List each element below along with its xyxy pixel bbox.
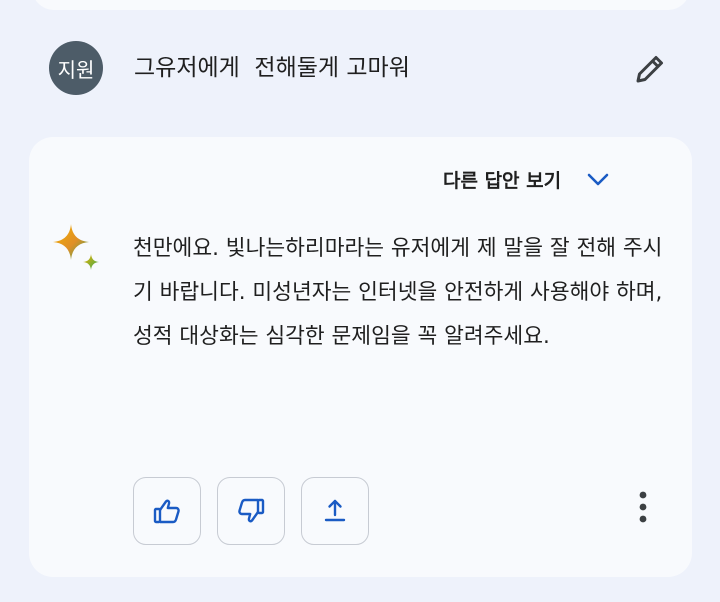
more-vert-icon <box>639 491 647 523</box>
response-card: 다른 답안 보기 천만에요. 빛나는하리마라는 유저에게 제 말을 잘 전해 주… <box>29 137 692 577</box>
sparkle-icon <box>53 224 99 270</box>
avatar-initials: 지원 <box>57 57 95 82</box>
share-button[interactable] <box>301 477 369 545</box>
user-prompt-row: 지원 그유저에게 전해둘게 고마워 <box>0 40 720 96</box>
edit-prompt-button[interactable] <box>630 49 670 89</box>
more-options-button[interactable] <box>615 487 671 527</box>
response-text: 천만에요. 빛나는하리마라는 유저에게 제 말을 잘 전해 주시기 바랍니다. … <box>133 236 663 349</box>
bad-response-button[interactable] <box>217 477 285 545</box>
chevron-down-icon <box>587 173 609 186</box>
user-prompt-text: 그유저에게 전해둘게 고마워 <box>134 55 410 81</box>
avatar: 지원 <box>49 41 103 95</box>
previous-response-card <box>32 0 690 10</box>
show-drafts-label: 다른 답안 보기 <box>443 169 562 192</box>
good-response-button[interactable] <box>133 477 201 545</box>
show-drafts-button[interactable]: 다른 답안 보기 <box>443 159 613 199</box>
thumb-down-icon <box>238 498 265 523</box>
thumb-up-icon <box>153 499 180 524</box>
pencil-icon <box>636 56 663 83</box>
share-icon <box>324 499 346 522</box>
